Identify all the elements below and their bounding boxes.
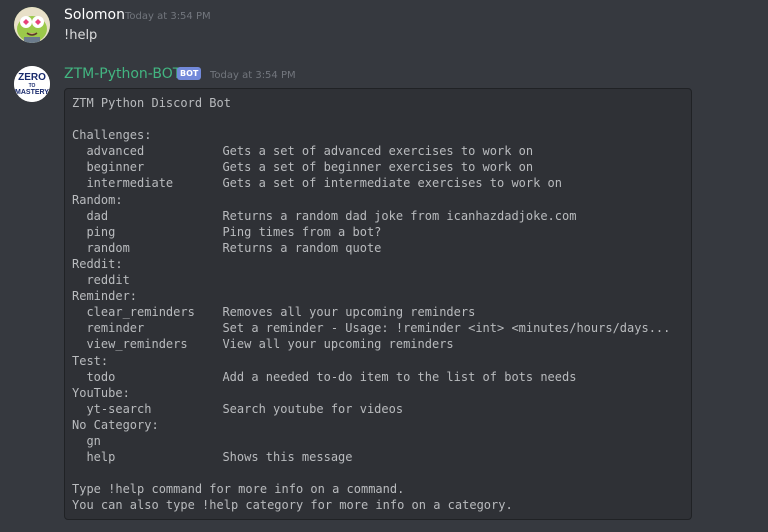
help-command-row: reminder Set a reminder - Usage: !reminde…	[72, 320, 684, 336]
help-command-name: reminder	[86, 321, 145, 336]
help-command-row: yt-search Search youtube for videos	[72, 401, 684, 417]
help-command-name: beginner	[86, 160, 145, 175]
help-command-row: reddit	[72, 272, 684, 288]
help-command-row: advanced Gets a set of advanced exercises…	[72, 143, 684, 159]
avatar-bot[interactable]: ZERO TO MASTERY	[14, 66, 50, 102]
help-command-name: intermediate	[86, 176, 174, 191]
help-command-row: clear_reminders Removes all your upcoming…	[72, 304, 684, 320]
help-command-desc: Add a needed to-do item to the list of b…	[222, 369, 577, 384]
help-command-row: dad Returns a random dad joke from icanha…	[72, 208, 684, 224]
help-command-name: random	[86, 240, 130, 255]
help-command-name: help	[86, 450, 116, 465]
help-command-desc: Shows this message	[222, 450, 353, 465]
help-category: Test:	[72, 353, 109, 368]
help-command-desc: Removes all your upcoming reminders	[222, 305, 476, 320]
help-command-desc: Ping times from a bot?	[222, 224, 382, 239]
help-command-name: ping	[86, 224, 116, 239]
svg-text:ZERO: ZERO	[18, 72, 46, 83]
help-command-desc: Gets a set of beginner exercises to work…	[222, 160, 534, 175]
svg-text:MASTERY: MASTERY	[15, 89, 49, 96]
help-command-desc: Gets a set of advanced exercises to work…	[222, 144, 534, 159]
help-command-row: view_reminders View all your upcoming rem…	[72, 336, 684, 352]
help-command-desc: Returns a random dad joke from icanhazda…	[222, 208, 577, 223]
help-codeblock: ZTM Python Discord Bot Challenges: advanc…	[64, 88, 692, 520]
message-content: !help	[64, 28, 98, 43]
help-command-row: help Shows this message	[72, 449, 684, 465]
help-command-desc: Set a reminder - Usage: !reminder <int> …	[222, 321, 671, 336]
bot-tag: BOT	[177, 67, 202, 80]
help-command-name: view_reminders	[86, 337, 188, 352]
help-footer-line: Type !help command for more info on a co…	[72, 482, 405, 497]
help-category: Random:	[72, 192, 123, 207]
help-command-row: todo Add a needed to-do item to the list …	[72, 369, 684, 385]
help-footer-line: You can also type !help category for mor…	[72, 498, 513, 513]
help-category: Reddit:	[72, 256, 123, 271]
help-command-row: gn	[72, 433, 684, 449]
author-name[interactable]: ZTM-Python-BOT	[64, 66, 181, 82]
help-category: Challenges:	[72, 128, 152, 143]
help-command-desc: Returns a random quote	[222, 240, 382, 255]
help-command-name: dad	[86, 208, 109, 223]
ztm-logo-icon: ZERO TO MASTERY	[14, 66, 50, 102]
help-command-name: todo	[86, 369, 116, 384]
help-command-row: beginner Gets a set of beginner exercises…	[72, 159, 684, 175]
frog-avatar-icon	[14, 7, 50, 43]
help-command-row: ping Ping times from a bot?	[72, 224, 684, 240]
help-category: Reminder:	[72, 289, 138, 304]
avatar-solomon[interactable]	[14, 7, 50, 43]
help-command-desc: View all your upcoming reminders	[222, 337, 454, 352]
message-timestamp: Today at 3:54 PM	[210, 70, 296, 81]
help-category: YouTube:	[72, 385, 130, 400]
help-category: No Category:	[72, 417, 159, 432]
help-command-desc: Search youtube for videos	[222, 401, 404, 416]
help-sections: Challenges: advanced Gets a set of advanc…	[72, 127, 684, 465]
help-command-row: intermediate Gets a set of intermediate e…	[72, 175, 684, 191]
author-name[interactable]: Solomon	[64, 7, 125, 23]
help-command-name: advanced	[86, 144, 145, 159]
help-command-name: gn	[86, 433, 101, 448]
help-command-desc: Gets a set of intermediate exercises to …	[222, 176, 563, 191]
help-title: ZTM Python Discord Bot	[72, 96, 231, 110]
help-command-name: yt-search	[86, 401, 152, 416]
help-command-name: reddit	[86, 273, 130, 288]
message-timestamp: Today at 3:54 PM	[125, 11, 211, 22]
help-command-row: random Returns a random quote	[72, 240, 684, 256]
help-command-name: clear_reminders	[86, 305, 195, 320]
